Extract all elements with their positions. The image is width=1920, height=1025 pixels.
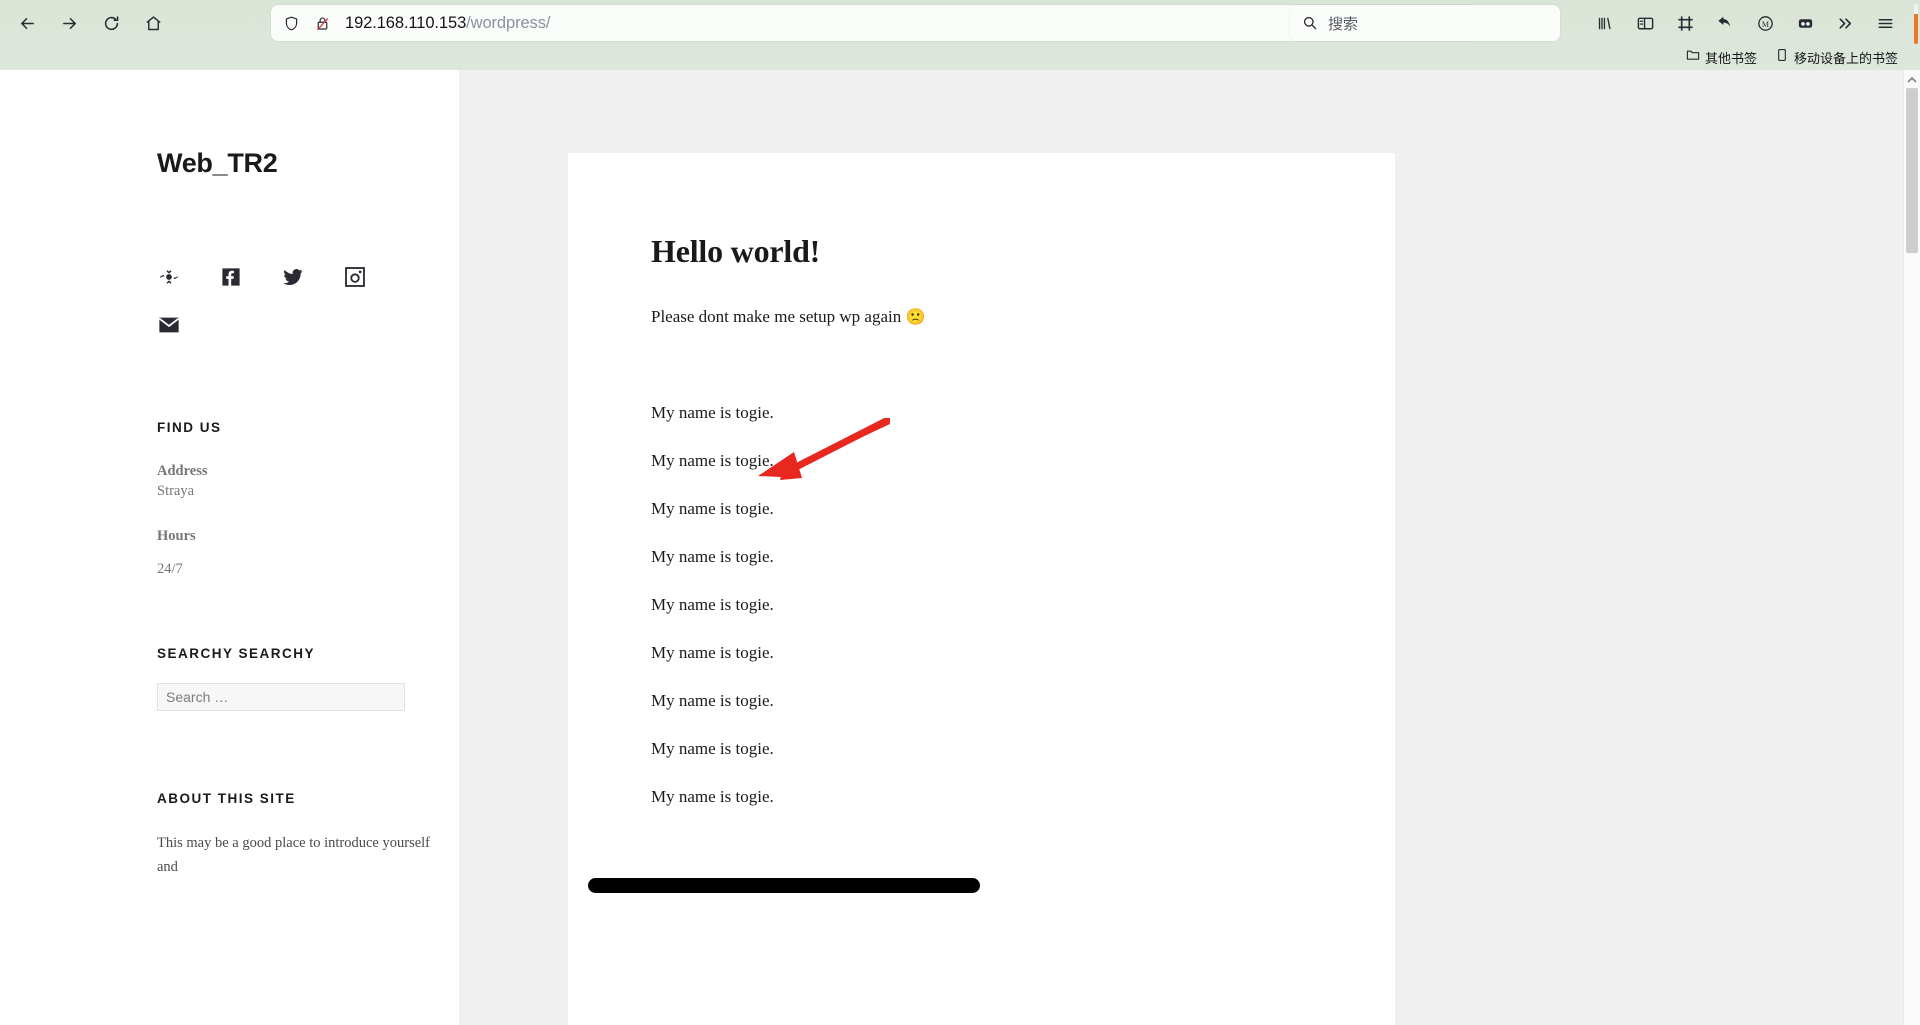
email-icon[interactable] <box>157 313 181 337</box>
url-path: /wordpress/ <box>466 13 551 32</box>
bookmarks-toolbar: 其他书签 移动设备上的书签 <box>0 44 1920 70</box>
post-paragraph: My name is togie. <box>651 499 774 518</box>
post-paragraph: My name is togie. <box>651 787 774 806</box>
widget-title: ABOUT THIS SITE <box>157 791 296 806</box>
back-button[interactable] <box>10 6 44 40</box>
screenshot-icon[interactable] <box>1670 8 1700 38</box>
lock-crossed-icon[interactable] <box>314 15 331 32</box>
home-button[interactable] <box>136 6 170 40</box>
m-circle-icon[interactable]: M <box>1750 8 1780 38</box>
svg-text:M: M <box>1761 20 1768 29</box>
black-redaction-bar <box>588 878 980 893</box>
bookmark-label: 其他书签 <box>1704 50 1757 66</box>
widget-title: SEARCHY SEARCHY <box>157 646 316 661</box>
post-paragraph: My name is togie. <box>651 643 774 662</box>
sidebar-icon[interactable] <box>1630 8 1660 38</box>
shield-icon[interactable] <box>283 15 300 32</box>
address-label: Address <box>157 463 208 479</box>
post-intro-text: Please dont make me setup wp again <box>651 307 902 326</box>
browser-search-bar[interactable]: 搜索 <box>1290 5 1560 41</box>
scrollbar-thumb[interactable] <box>1906 88 1918 253</box>
post-paragraph: My name is togie. <box>651 691 774 710</box>
widget-title: FIND US <box>157 420 222 435</box>
overflow-chevrons-icon[interactable] <box>1830 8 1860 38</box>
scrollbar-up-arrow[interactable] <box>1904 72 1920 88</box>
site-title[interactable]: Web_TR2 <box>157 148 278 179</box>
browser-search-placeholder: 搜索 <box>1328 15 1359 33</box>
toolbar-actions: M <box>1590 5 1900 41</box>
window-scroll-accent <box>1914 4 1918 44</box>
bookmark-label: 移动设备上的书签 <box>1793 50 1898 66</box>
reload-button[interactable] <box>94 6 128 40</box>
widget-about: ABOUT THIS SITE This may be a good place… <box>157 791 432 880</box>
post-content-card: Hello world! Please dont make me setup w… <box>568 153 1395 1025</box>
app-menu-icon[interactable] <box>1870 8 1900 38</box>
twitter-icon[interactable] <box>281 265 305 289</box>
undo-icon[interactable] <box>1710 8 1740 38</box>
folder-icon <box>1686 48 1700 67</box>
page-viewport: Web_TR2 FIND US Address Straya Hours 24/… <box>0 70 1920 1025</box>
bookmark-mobile-bookmarks[interactable]: 移动设备上的书签 <box>1775 48 1898 67</box>
link-icon[interactable] <box>157 265 181 289</box>
facebook-icon[interactable] <box>219 265 243 289</box>
url-text: 192.168.110.153/wordpress/ <box>345 14 550 33</box>
bookmark-other-bookmarks[interactable]: 其他书签 <box>1686 48 1757 67</box>
frown-emoji: 🙁 <box>905 309 926 326</box>
page-title: Hello world! <box>651 233 821 269</box>
search-input[interactable] <box>157 683 405 711</box>
post-paragraph: My name is togie. <box>651 403 774 422</box>
url-host: 192.168.110.153 <box>345 13 467 32</box>
social-links-row-one <box>157 265 367 289</box>
post-paragraph: My name is togie. <box>651 739 774 758</box>
about-text: This may be a good place to introduce yo… <box>157 835 431 875</box>
instagram-icon[interactable] <box>343 265 367 289</box>
post-paragraph: My name is togie. <box>651 451 774 470</box>
widget-search: SEARCHY SEARCHY <box>157 646 417 711</box>
page-scrollbar[interactable] <box>1903 70 1920 1025</box>
site-sidebar: Web_TR2 FIND US Address Straya Hours 24/… <box>0 70 459 1025</box>
browser-chrome: 192.168.110.153/wordpress/ 110% 搜索 <box>0 0 1920 70</box>
post-paragraph: My name is togie. <box>651 547 774 566</box>
container-tabs-icon[interactable] <box>1790 8 1820 38</box>
post-paragraph: My name is togie. <box>651 595 774 614</box>
mobile-icon <box>1775 48 1789 67</box>
widget-find-us: FIND US Address Straya Hours 24/7 <box>157 420 417 578</box>
social-links-row-two <box>157 313 181 337</box>
address-value: Straya <box>157 483 195 499</box>
forward-button[interactable] <box>52 6 86 40</box>
search-icon <box>1302 15 1318 31</box>
hours-value: 24/7 <box>157 561 183 577</box>
library-icon[interactable] <box>1590 8 1620 38</box>
hours-label: Hours <box>157 528 196 544</box>
post-intro-paragraph: Please dont make me setup wp again 🙁 <box>651 307 925 327</box>
